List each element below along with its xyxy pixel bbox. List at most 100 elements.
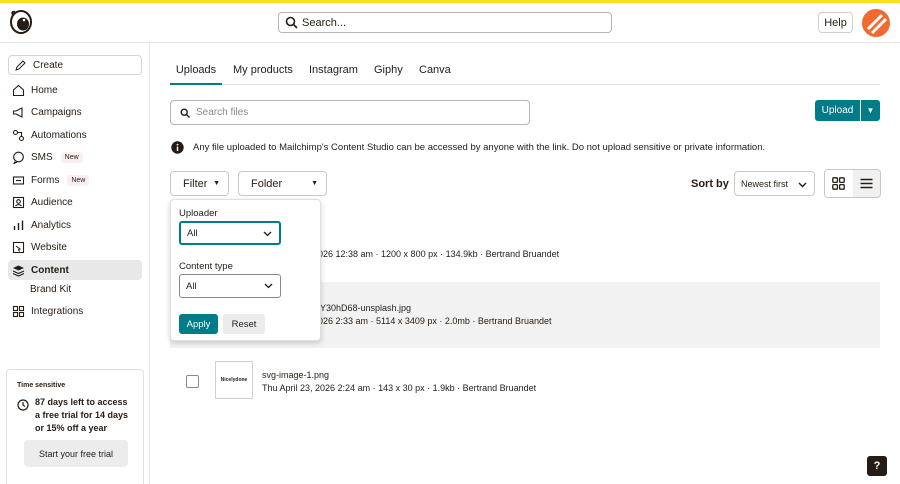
sidebar: Create Home Campaigns Automations SMS Ne… — [0, 43, 150, 484]
upload-button-group: Upload ▼ — [815, 100, 880, 121]
avatar[interactable] — [862, 9, 890, 37]
search-icon — [285, 16, 298, 29]
pencil-icon — [15, 59, 26, 71]
filter-dropdown[interactable]: Filter ▼ — [170, 171, 229, 196]
sidebar-item-forms[interactable]: Forms New — [8, 170, 142, 190]
sidebar-item-label: Campaigns — [31, 106, 82, 118]
header: Search... Help — [0, 3, 900, 43]
grid-icon — [832, 177, 846, 190]
global-search-input[interactable]: Search... — [278, 12, 612, 33]
sidebar-subitem-brand-kit[interactable]: Brand Kit — [30, 284, 71, 295]
info-text: Any file uploaded to Mailchimp's Content… — [193, 142, 766, 153]
sidebar-item-automations[interactable]: Automations — [8, 125, 142, 145]
caret-down-icon: ▼ — [311, 180, 318, 187]
tab-canva[interactable]: Canva — [419, 60, 451, 85]
content-icon — [12, 265, 25, 277]
sidebar-item-analytics[interactable]: Analytics — [8, 215, 142, 235]
home-icon — [12, 84, 25, 96]
list-icon — [860, 178, 873, 189]
search-icon — [180, 107, 190, 118]
chevron-down-icon — [264, 283, 273, 289]
analytics-icon — [13, 220, 24, 230]
sidebar-item-label: Content — [31, 264, 69, 276]
folder-dropdown[interactable]: Folder ▼ — [238, 171, 327, 196]
thumbnail-text: Nicelydone — [220, 377, 248, 383]
file-meta: Thu April 23, 2026 2:24 am · 143 x 30 px… — [262, 383, 537, 393]
sidebar-item-label: Analytics — [31, 219, 72, 231]
new-badge: New — [60, 151, 83, 163]
sidebar-item-website[interactable]: Website — [8, 237, 142, 257]
sidebar-item-integrations[interactable]: Integrations — [8, 301, 142, 321]
uploader-select[interactable]: All — [179, 221, 281, 245]
file-name: Y30hD68-unsplash.jpg — [320, 303, 412, 313]
file-meta: 026 2:33 am · 5114 x 3409 px · 2.0mb · B… — [318, 316, 552, 326]
file-search-input[interactable] — [196, 107, 496, 118]
file-checkbox[interactable] — [186, 375, 199, 388]
apply-button[interactable]: Apply — [179, 314, 218, 334]
audience-icon — [12, 196, 25, 208]
help-button[interactable]: Help — [818, 12, 853, 33]
tab-giphy[interactable]: Giphy — [374, 60, 403, 85]
file-name: svg-image-1.png — [262, 370, 330, 380]
integrations-icon — [12, 305, 25, 317]
content-type-label: Content type — [179, 261, 233, 272]
sidebar-item-label: SMS — [31, 151, 53, 163]
chevron-down-icon — [263, 231, 272, 237]
trial-title: Time sensitive — [17, 382, 66, 389]
sidebar-item-label: Automations — [31, 129, 87, 141]
file-search-field[interactable] — [170, 100, 530, 125]
grid-view-button[interactable] — [825, 170, 853, 197]
sidebar-item-label: Forms — [31, 174, 60, 186]
tab-my-products[interactable]: My products — [233, 60, 293, 85]
view-toggle — [824, 169, 881, 198]
info-notice: Any file uploaded to Mailchimp's Content… — [171, 141, 765, 154]
info-icon — [171, 141, 184, 154]
sidebar-item-label: Website — [31, 241, 67, 253]
create-label: Create — [33, 59, 64, 71]
tab-instagram[interactable]: Instagram — [309, 60, 358, 85]
mailchimp-logo-icon[interactable] — [9, 9, 33, 35]
file-thumbnail[interactable]: Nicelydone — [215, 361, 253, 399]
content-tabs: Uploads My products Instagram Giphy Canv… — [170, 60, 880, 85]
start-free-trial-button[interactable]: Start your free trial — [24, 440, 128, 467]
filter-popover: Uploader All Content type All Apply Rese… — [170, 199, 321, 341]
folder-label: Folder — [251, 177, 283, 190]
sort-value: Newest first — [741, 178, 789, 189]
sort-by-label: Sort by — [691, 178, 729, 190]
sidebar-item-content[interactable]: Content — [8, 260, 142, 280]
website-icon — [12, 241, 25, 253]
help-fab-button[interactable]: ? — [867, 456, 887, 476]
sidebar-item-label: Home — [31, 84, 58, 96]
new-badge: New — [67, 174, 90, 186]
uploader-value: All — [187, 227, 198, 239]
upload-options-button[interactable]: ▼ — [861, 100, 880, 121]
content-type-select[interactable]: All — [179, 274, 281, 298]
forms-icon — [12, 175, 25, 185]
file-row[interactable]: Nicelydone svg-image-1.png Thu April 23,… — [170, 348, 880, 414]
list-view-button[interactable] — [853, 170, 881, 197]
uploader-label: Uploader — [179, 208, 218, 219]
content-type-value: All — [186, 280, 197, 292]
chevron-down-icon — [798, 182, 807, 188]
trial-card: Time sensitive 87 days left to access a … — [6, 369, 144, 484]
sidebar-item-audience[interactable]: Audience — [8, 192, 142, 212]
megaphone-icon — [12, 106, 23, 118]
sidebar-item-home[interactable]: Home — [8, 80, 142, 100]
filter-label: Filter — [183, 177, 208, 190]
sidebar-item-sms[interactable]: SMS New — [8, 147, 142, 167]
sidebar-item-campaigns[interactable]: Campaigns — [8, 102, 142, 122]
file-meta: 026 12:38 am · 1200 x 800 px · 134.9kb ·… — [318, 249, 560, 259]
sidebar-item-label: Audience — [31, 196, 73, 208]
sms-icon — [13, 151, 24, 164]
trial-message: 87 days left to access a free trial for … — [35, 397, 129, 433]
create-button[interactable]: Create — [8, 55, 142, 75]
tab-uploads[interactable]: Uploads — [170, 60, 222, 85]
sidebar-item-label: Integrations — [31, 305, 84, 317]
chevron-down-icon: ▼ — [866, 106, 875, 115]
avatar-image-icon — [864, 11, 888, 35]
upload-button[interactable]: Upload — [815, 100, 860, 121]
automations-icon — [12, 129, 25, 141]
clock-icon — [17, 399, 29, 411]
reset-button[interactable]: Reset — [223, 314, 265, 334]
sort-select[interactable]: Newest first — [734, 171, 815, 196]
